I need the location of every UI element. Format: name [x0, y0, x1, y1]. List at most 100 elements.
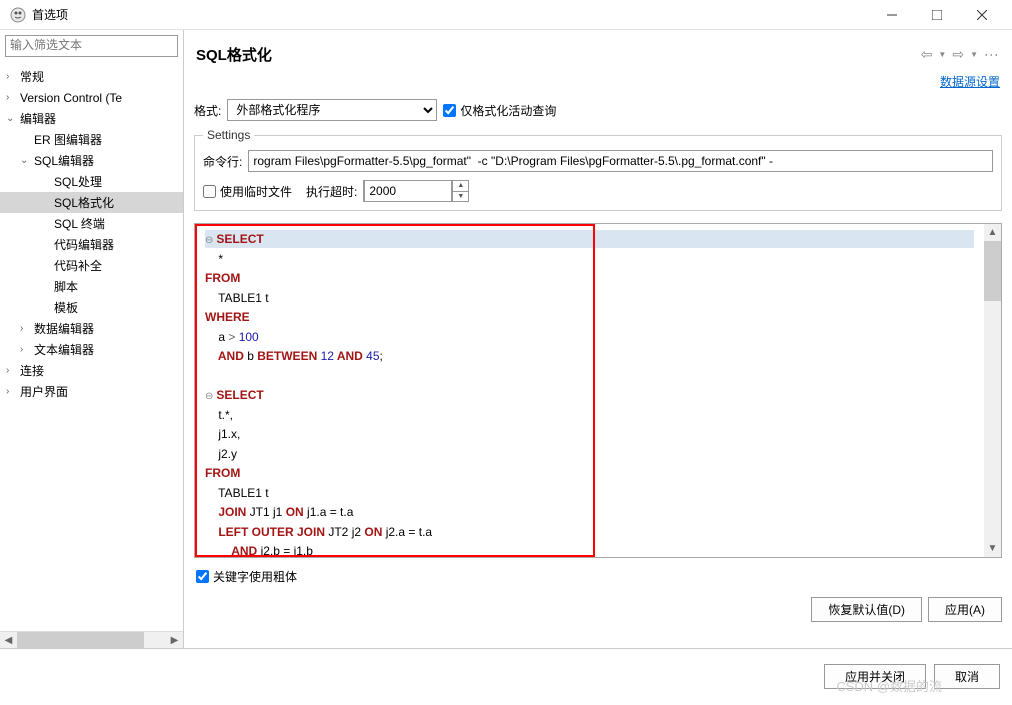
forward-menu-icon[interactable]: ▼ [970, 50, 978, 59]
filter-box [5, 35, 178, 57]
forward-icon[interactable]: ⇨ [952, 46, 964, 63]
tree-item-ui[interactable]: ›用户界面 [0, 381, 183, 402]
sql-keyword: AND [205, 349, 244, 363]
preview-vertical-scrollbar[interactable]: ▲ ▼ [984, 224, 1001, 557]
sql-text: b [244, 349, 257, 363]
tree-item-sql-editor[interactable]: ⌄SQL编辑器 [0, 150, 183, 171]
filter-input[interactable] [10, 38, 173, 52]
format-row: 格式: 外部格式化程序 仅格式化活动查询 [184, 96, 1012, 124]
sql-text: ; [380, 349, 383, 363]
tree-item-code-completion[interactable]: 代码补全 [0, 255, 183, 276]
collapse-icon[interactable]: ⊖ [205, 391, 213, 402]
content-pane: SQL格式化 ⇦ ▼ ⇨ ▼ ⋮ 数据源设置 格式: 外部格式化程序 仅格式化活… [184, 30, 1012, 648]
format-active-checkbox[interactable] [443, 104, 456, 117]
sidebar-horizontal-scrollbar[interactable]: ◀ ▶ [0, 631, 183, 648]
tree-label: 文本编辑器 [34, 341, 94, 358]
scroll-right-icon[interactable]: ▶ [166, 632, 183, 649]
sql-text: JT2 j2 [325, 525, 364, 539]
timeout-label: 执行超时: [306, 183, 357, 200]
format-select[interactable]: 外部格式化程序 [227, 99, 437, 121]
tree-item-templates[interactable]: 模板 [0, 297, 183, 318]
tree-item-general[interactable]: ›常规 [0, 66, 183, 87]
tree-label: 数据编辑器 [34, 320, 94, 337]
sql-keyword: AND [334, 349, 366, 363]
tree-label: SQL 终端 [54, 215, 105, 232]
spinner-up-icon[interactable]: ▲ [453, 181, 468, 192]
sql-number: 45 [366, 349, 379, 363]
sql-number: 100 [239, 330, 259, 344]
app-icon [10, 7, 26, 23]
sidebar: ›常规 ›Version Control (Te ⌄编辑器 ER 图编辑器 ⌄S… [0, 30, 184, 648]
apply-button[interactable]: 应用(A) [928, 597, 1002, 622]
collapse-icon[interactable]: ⊖ [205, 235, 213, 246]
tree-label: SQL编辑器 [34, 152, 94, 169]
keywords-bold-checkbox[interactable] [196, 570, 209, 583]
sql-text: t.*, [205, 408, 233, 422]
timeout-spinner: ▲ ▼ [363, 180, 469, 202]
tree-item-sql-formatting[interactable]: SQL格式化 [0, 192, 183, 213]
use-temp-wrap: 使用临时文件 [203, 183, 292, 200]
format-label: 格式: [194, 102, 221, 119]
scroll-track[interactable] [17, 632, 166, 648]
tree-label: SQL格式化 [54, 194, 114, 211]
back-menu-icon[interactable]: ▼ [938, 50, 946, 59]
nav-tree: ›常规 ›Version Control (Te ⌄编辑器 ER 图编辑器 ⌄S… [0, 62, 183, 631]
sql-op: > [228, 330, 238, 344]
tree-label: 模板 [54, 299, 78, 316]
tree-label: 代码编辑器 [54, 236, 114, 253]
maximize-button[interactable] [914, 1, 959, 29]
tree-label: SQL处理 [54, 173, 102, 190]
apply-close-button[interactable]: 应用并关闭 [824, 664, 926, 689]
tree-item-editor[interactable]: ⌄编辑器 [0, 108, 183, 129]
sql-text: j1.a = t.a [304, 505, 354, 519]
temp-timeout-row: 使用临时文件 执行超时: ▲ ▼ [203, 174, 993, 202]
cmdline-input[interactable] [248, 150, 993, 172]
sql-text: TABLE1 t [205, 486, 269, 500]
restore-defaults-button[interactable]: 恢复默认值(D) [811, 597, 922, 622]
sql-keyword: JOIN [205, 505, 246, 519]
sql-text: j2.b = j1.b [257, 544, 313, 557]
tree-item-version-control[interactable]: ›Version Control (Te [0, 87, 183, 108]
tree-item-text-editor[interactable]: ›文本编辑器 [0, 339, 183, 360]
sql-keyword: AND [205, 544, 257, 557]
scroll-up-icon[interactable]: ▲ [984, 224, 1001, 241]
tree-item-code-editor[interactable]: 代码编辑器 [0, 234, 183, 255]
spinner-buttons: ▲ ▼ [452, 181, 468, 201]
tree-item-er-diagram[interactable]: ER 图编辑器 [0, 129, 183, 150]
tree-label: 连接 [20, 362, 44, 379]
minimize-button[interactable] [869, 1, 914, 29]
tree-item-sql-terminal[interactable]: SQL 终端 [0, 213, 183, 234]
sql-keyword: LEFT OUTER JOIN [205, 525, 325, 539]
back-icon[interactable]: ⇦ [921, 46, 933, 63]
scroll-thumb[interactable] [17, 632, 144, 648]
cancel-button[interactable]: 取消 [934, 664, 1000, 689]
tree-item-data-editor[interactable]: ›数据编辑器 [0, 318, 183, 339]
content-button-bar: 恢复默认值(D) 应用(A) [184, 591, 1012, 628]
scroll-thumb[interactable] [984, 241, 1001, 301]
tree-item-scripts[interactable]: 脚本 [0, 276, 183, 297]
scroll-left-icon[interactable]: ◀ [0, 632, 17, 649]
sql-preview[interactable]: ⊖SELECT * FROM TABLE1 t WHERE a > 100 AN… [195, 224, 984, 557]
sql-keyword: FROM [205, 271, 240, 285]
tree-label: ER 图编辑器 [34, 131, 102, 148]
sql-keyword: SELECT [216, 388, 263, 402]
header-toolbar: ⇦ ▼ ⇨ ▼ ⋮ [921, 46, 1000, 63]
sql-text: a [205, 330, 228, 344]
tree-item-sql-processing[interactable]: SQL处理 [0, 171, 183, 192]
tree-label: 常规 [20, 68, 44, 85]
close-button[interactable] [959, 1, 1004, 29]
datasource-settings-link[interactable]: 数据源设置 [940, 75, 1000, 89]
tree-item-connection[interactable]: ›连接 [0, 360, 183, 381]
window-title: 首选项 [32, 6, 869, 23]
menu-dots-icon[interactable]: ⋮ [984, 48, 1000, 61]
scroll-down-icon[interactable]: ▼ [984, 540, 1001, 557]
timeout-input[interactable] [364, 180, 452, 202]
spinner-down-icon[interactable]: ▼ [453, 192, 468, 202]
tree-label: Version Control (Te [20, 91, 122, 105]
scroll-track[interactable] [984, 241, 1001, 540]
sql-keyword: FROM [205, 466, 240, 480]
tree-label: 脚本 [54, 278, 78, 295]
use-temp-checkbox[interactable] [203, 185, 216, 198]
sql-keyword: BETWEEN [257, 349, 320, 363]
sql-keyword: SELECT [216, 232, 263, 246]
